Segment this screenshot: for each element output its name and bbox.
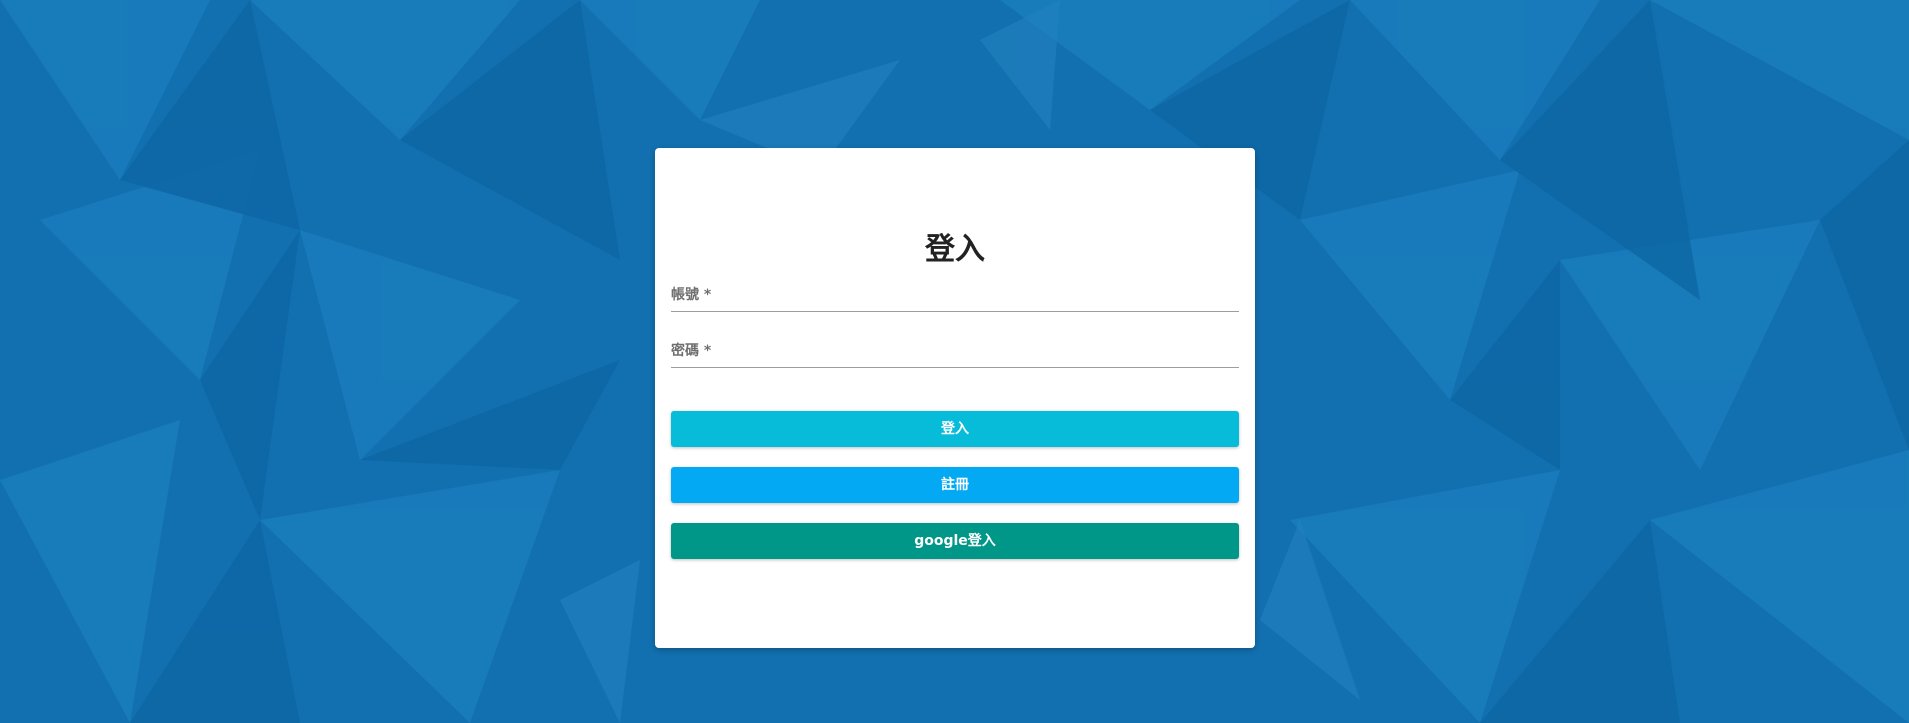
account-field[interactable]: 帳號 * [671,283,1243,313]
password-input[interactable] [671,339,1243,369]
account-input[interactable] [671,283,1243,313]
login-button[interactable]: 登入 [671,411,1239,447]
login-card: 登入 帳號 * 密碼 * 登入 註冊 google登入 [655,148,1255,648]
register-button[interactable]: 註冊 [671,467,1239,503]
password-field[interactable]: 密碼 * [671,339,1243,369]
google-login-button[interactable]: google登入 [671,523,1239,559]
login-title: 登入 [925,232,985,267]
